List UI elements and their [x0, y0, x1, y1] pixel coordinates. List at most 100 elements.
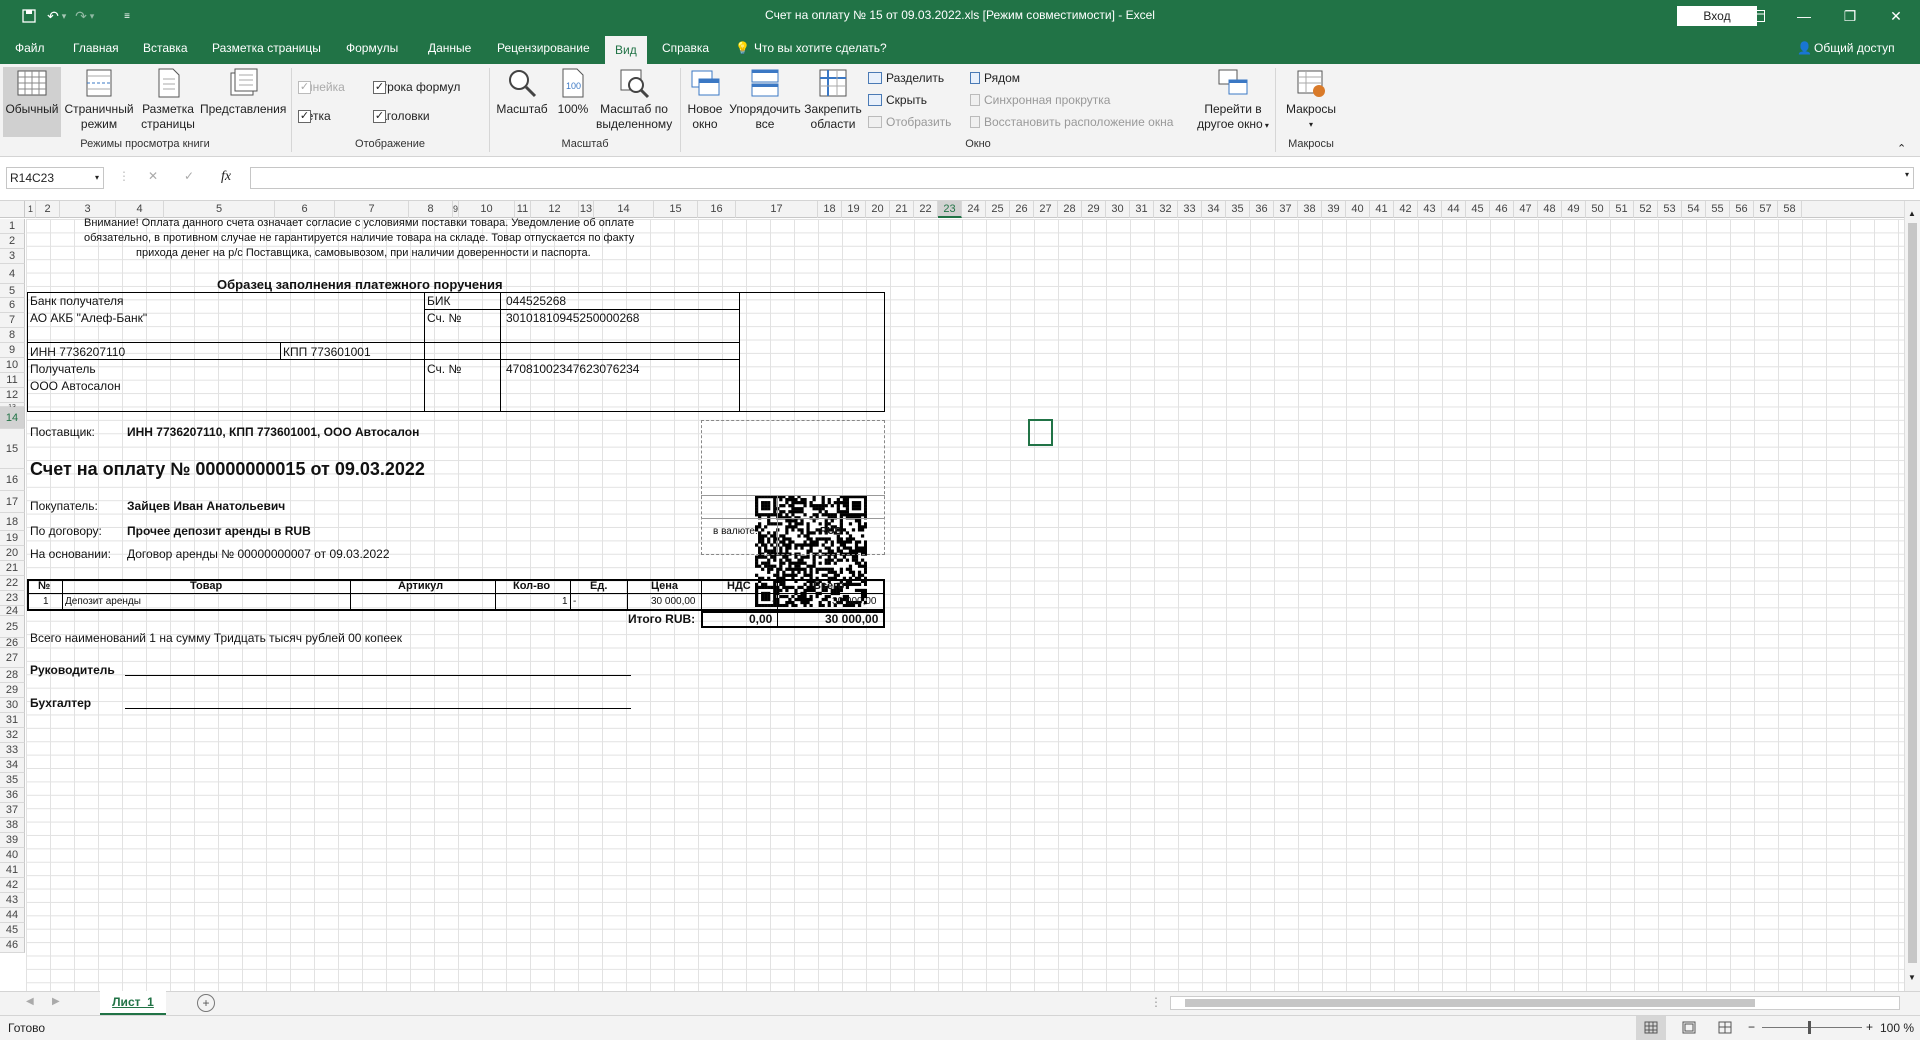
column-header[interactable]: 33 [1178, 201, 1202, 218]
column-header[interactable]: 38 [1298, 201, 1322, 218]
row-header[interactable]: 43 [0, 893, 25, 908]
row-header[interactable]: 44 [0, 908, 25, 923]
formula-bar-checkbox[interactable]: ✓ Строка формул [373, 80, 460, 94]
column-header[interactable]: 34 [1202, 201, 1226, 218]
tab-review[interactable]: Рецензирование [497, 32, 590, 64]
row-header[interactable]: 39 [0, 833, 25, 848]
column-header[interactable]: 39 [1322, 201, 1346, 218]
expand-formula-icon[interactable]: ▾ [1905, 170, 1909, 179]
row-header[interactable]: 29 [0, 683, 25, 698]
select-all-corner[interactable] [0, 201, 25, 218]
row-header[interactable]: 46 [0, 938, 25, 953]
zoom-selection-button[interactable]: Масштаб по выделенному [596, 67, 672, 137]
row-header[interactable]: 15 [0, 429, 25, 469]
active-cell[interactable] [1028, 419, 1053, 446]
page-layout-status-button[interactable] [1674, 1016, 1704, 1040]
row-header[interactable]: 5 [0, 284, 25, 298]
macros-button[interactable]: Макросы ▾ [1280, 67, 1342, 137]
row-header[interactable]: 22 [0, 576, 25, 591]
vertical-scrollbar[interactable]: ▲ ▼ [1904, 201, 1920, 991]
column-header[interactable]: 58 [1778, 201, 1802, 218]
column-header[interactable]: 53 [1658, 201, 1682, 218]
share-button[interactable]: Общий доступ [1814, 32, 1895, 64]
column-header[interactable]: 8 [409, 201, 453, 218]
column-header[interactable]: 21 [890, 201, 914, 218]
horizontal-scroll-thumb[interactable] [1185, 999, 1755, 1007]
column-header[interactable]: 50 [1586, 201, 1610, 218]
arrange-all-button[interactable]: Упорядочить все [726, 67, 804, 137]
horizontal-scrollbar[interactable] [1170, 996, 1900, 1010]
column-header[interactable]: 26 [1010, 201, 1034, 218]
row-header[interactable]: 10 [0, 358, 25, 373]
row-header[interactable]: 21 [0, 561, 25, 576]
row-header[interactable]: 33 [0, 743, 25, 758]
tab-splitter-icon[interactable]: ⋮ [1150, 995, 1162, 1009]
insert-function-icon[interactable]: fx [221, 169, 231, 185]
row-header[interactable]: 1 [0, 219, 25, 234]
column-header[interactable]: 4 [116, 201, 164, 218]
redo-dropdown-icon[interactable]: ▾ [86, 0, 98, 32]
zoom-out-icon[interactable]: − [1748, 1020, 1755, 1034]
column-header[interactable]: 22 [914, 201, 938, 218]
page-break-status-button[interactable] [1710, 1016, 1740, 1040]
row-header[interactable]: 19 [0, 531, 25, 546]
tab-page-layout[interactable]: Разметка страницы [212, 32, 321, 64]
column-header[interactable]: 44 [1442, 201, 1466, 218]
name-box[interactable]: R14C23 ▾ [6, 167, 104, 189]
column-header[interactable]: 36 [1250, 201, 1274, 218]
spreadsheet-grid[interactable]: 1 2 3 4 5 6 7 8 9 10 11 12 13 14 15 16 17 18 19 20 21 22 23 24 2… [0, 201, 1904, 991]
column-header[interactable]: 23 [938, 201, 962, 218]
row-header[interactable]: 14 [0, 407, 25, 429]
undo-dropdown-icon[interactable]: ▾ [58, 0, 70, 32]
column-header[interactable]: 7 [335, 201, 409, 218]
column-header[interactable]: 28 [1058, 201, 1082, 218]
row-header[interactable]: 45 [0, 923, 25, 938]
row-header[interactable]: 31 [0, 713, 25, 728]
column-header[interactable]: 32 [1154, 201, 1178, 218]
row-header[interactable]: 24 [0, 606, 25, 617]
column-header[interactable]: 46 [1490, 201, 1514, 218]
row-header[interactable]: 26 [0, 638, 25, 649]
row-header[interactable]: 27 [0, 648, 25, 668]
column-header[interactable]: 48 [1538, 201, 1562, 218]
scroll-down-icon[interactable]: ▼ [1908, 973, 1916, 982]
restore-icon[interactable]: ❐ [1828, 0, 1872, 32]
column-header[interactable]: 10 [459, 201, 515, 218]
row-header[interactable]: 34 [0, 758, 25, 773]
column-header[interactable]: 42 [1394, 201, 1418, 218]
unhide-window-button[interactable]: Отобразить [868, 115, 951, 129]
row-header[interactable]: 37 [0, 803, 25, 818]
row-header[interactable]: 4 [0, 264, 25, 284]
zoom-level[interactable]: 100 % [1880, 1021, 1914, 1035]
cancel-entry-icon[interactable]: ✕ [148, 169, 158, 183]
customize-qat-icon[interactable]: ≡ [120, 0, 134, 32]
row-header[interactable]: 18 [0, 513, 25, 531]
vertical-scroll-thumb[interactable] [1908, 223, 1917, 963]
confirm-entry-icon[interactable]: ✓ [184, 169, 194, 183]
column-header[interactable]: 54 [1682, 201, 1706, 218]
row-header[interactable]: 3 [0, 249, 25, 264]
column-header[interactable]: 17 [736, 201, 818, 218]
row-header[interactable]: 36 [0, 788, 25, 803]
zoom-button[interactable]: Масштаб [494, 67, 550, 137]
zoom-in-icon[interactable]: + [1866, 1020, 1873, 1034]
column-header[interactable]: 5 [164, 201, 275, 218]
column-header[interactable]: 27 [1034, 201, 1058, 218]
tab-help[interactable]: Справка [662, 32, 709, 64]
column-header[interactable]: 6 [275, 201, 335, 218]
row-header[interactable]: 11 [0, 373, 25, 388]
add-sheet-icon[interactable]: + [197, 994, 215, 1012]
row-header[interactable]: 2 [0, 234, 25, 249]
tab-view[interactable]: Вид [605, 36, 647, 64]
row-header[interactable]: 7 [0, 313, 25, 328]
gridlines-checkbox[interactable]: ✓ Сетка [298, 109, 331, 123]
tab-formulas[interactable]: Формулы [346, 32, 398, 64]
column-header[interactable]: 40 [1346, 201, 1370, 218]
reset-position-button[interactable]: Восстановить расположение окна [970, 115, 1173, 129]
row-header[interactable]: 6 [0, 298, 25, 313]
new-window-button[interactable]: Новое окно [684, 67, 726, 137]
column-header[interactable]: 52 [1634, 201, 1658, 218]
scroll-up-icon[interactable]: ▲ [1908, 209, 1916, 218]
sync-scroll-button[interactable]: Синхронная прокрутка [970, 93, 1110, 107]
save-icon[interactable] [18, 0, 40, 32]
